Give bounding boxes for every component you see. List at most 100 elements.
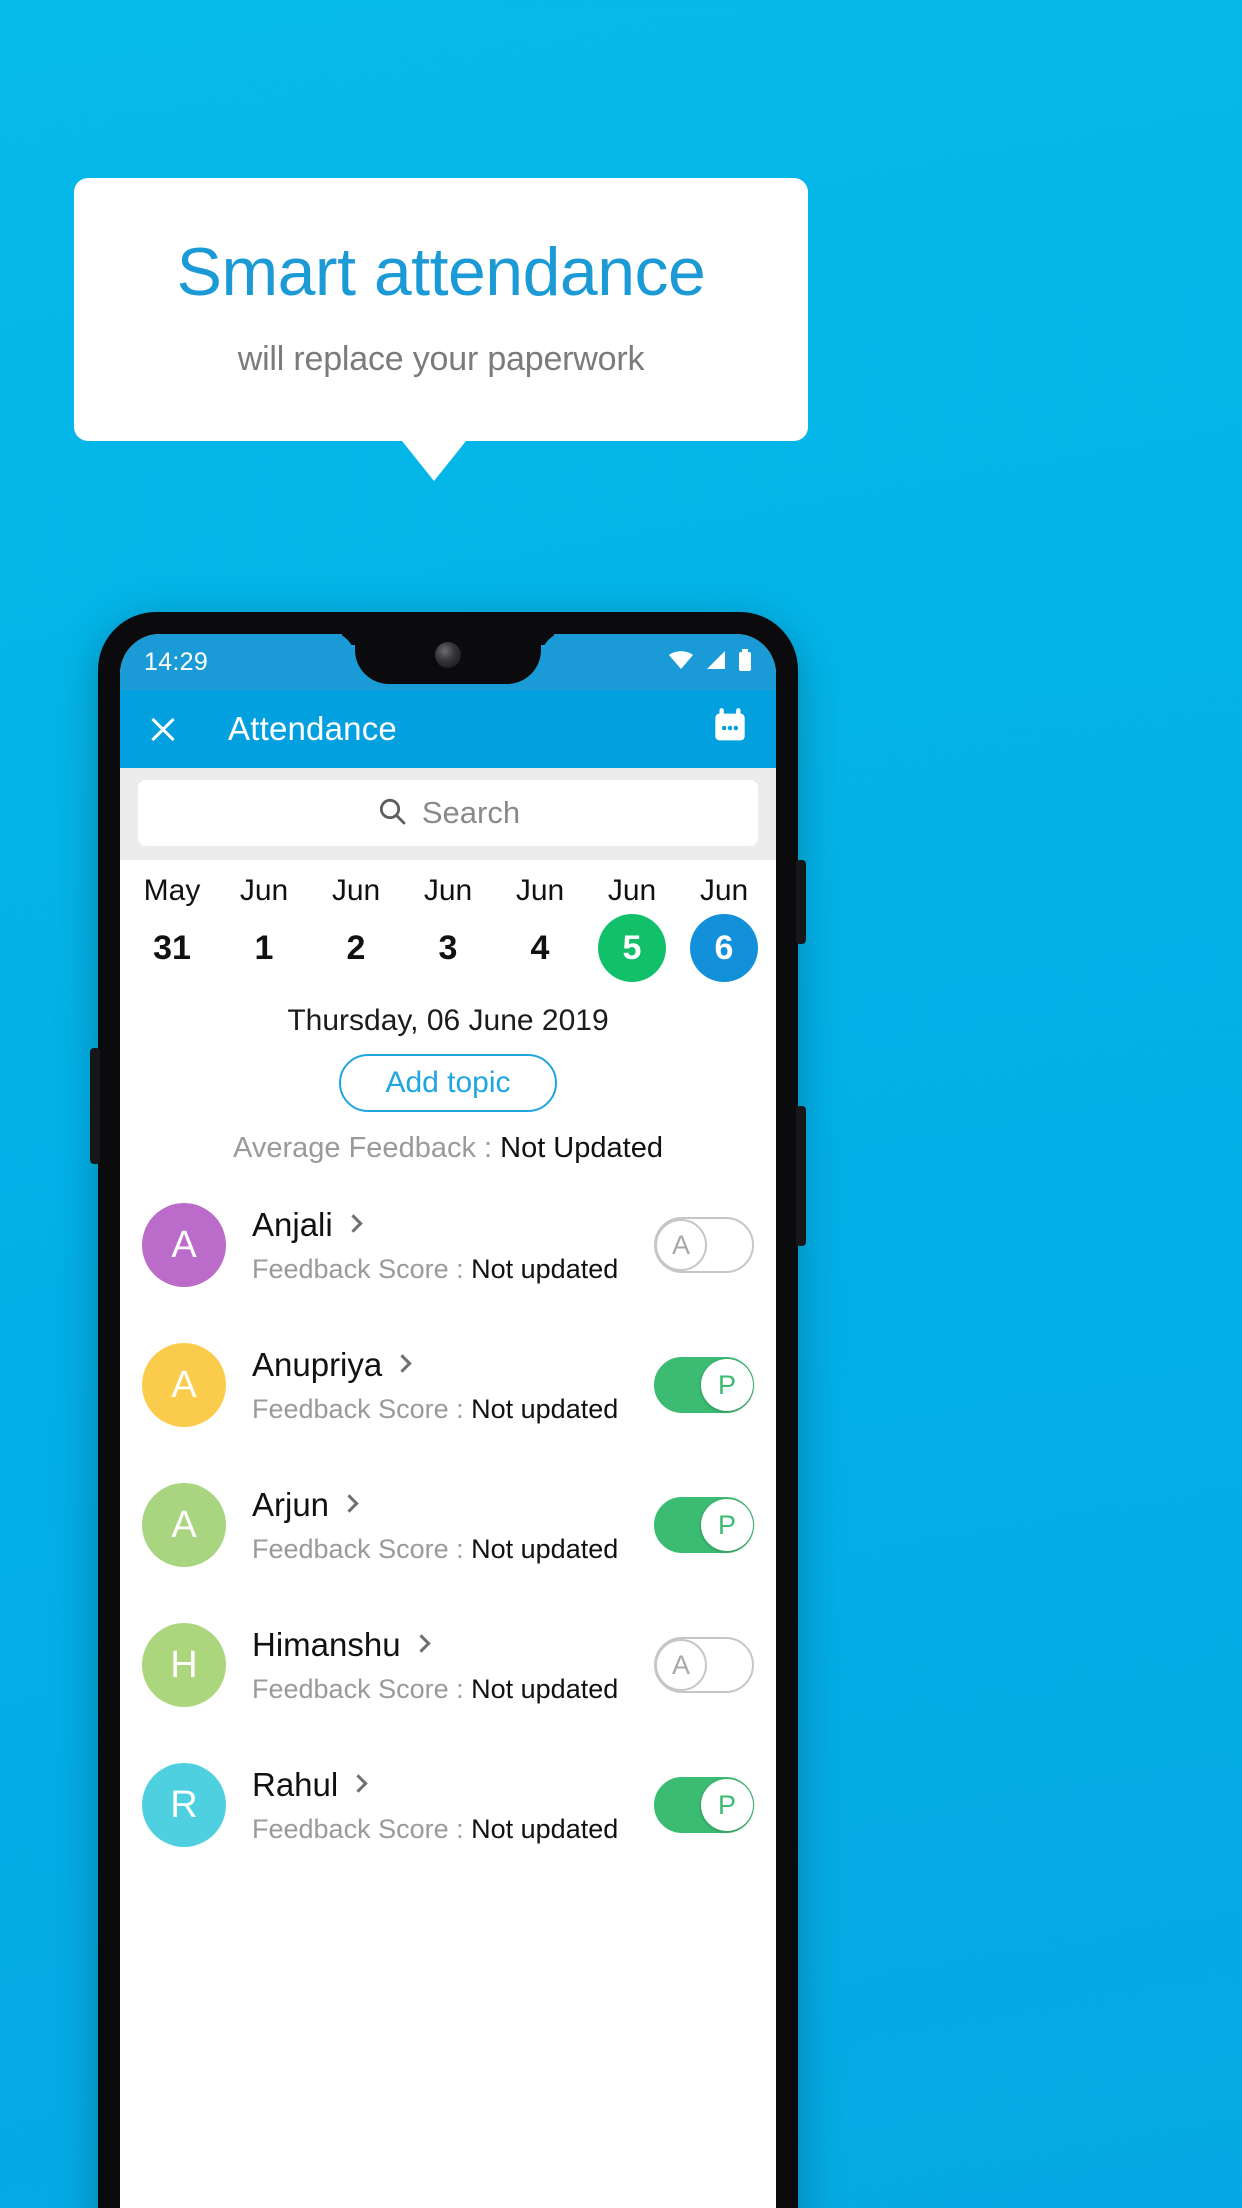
average-feedback: Average Feedback : Not Updated: [120, 1118, 776, 1175]
student-score-label: Feedback Score :: [252, 1393, 472, 1424]
app-bar-title: Attendance: [228, 710, 397, 747]
search-input[interactable]: Search: [138, 780, 758, 846]
attendance-toggle[interactable]: A: [654, 1217, 754, 1273]
attendance-toggle[interactable]: P: [654, 1777, 754, 1833]
date-cell[interactable]: Jun 3: [402, 874, 494, 982]
date-cell[interactable]: Jun 2: [310, 874, 402, 982]
student-name: Anjali: [252, 1205, 333, 1243]
attendance-toggle[interactable]: P: [654, 1357, 754, 1413]
close-icon[interactable]: [146, 712, 180, 746]
student-name-line[interactable]: Rahul: [252, 1766, 654, 1804]
phone-device: 14:29 Attendance Search May 31 Jun 1 Jun…: [90, 612, 806, 2208]
student-score: Feedback Score : Not updated: [252, 1674, 654, 1705]
student-score-label: Feedback Score :: [252, 1253, 472, 1284]
student-score: Feedback Score : Not updated: [252, 1394, 654, 1425]
student-score: Feedback Score : Not updated: [252, 1254, 654, 1285]
selected-day-header: Thursday, 06 June 2019: [287, 1004, 609, 1037]
status-time: 14:29: [144, 647, 209, 676]
student-score-label: Feedback Score :: [252, 1813, 472, 1844]
student-score-value: Not updated: [471, 1673, 619, 1704]
attendance-toggle-knob: P: [701, 1779, 753, 1831]
avatar: A: [142, 1203, 226, 1287]
attendance-toggle[interactable]: P: [654, 1497, 754, 1553]
student-score-label: Feedback Score :: [252, 1673, 472, 1704]
student-score: Feedback Score : Not updated: [252, 1814, 654, 1845]
student-score-label: Feedback Score :: [252, 1533, 472, 1564]
chevron-right-icon: [344, 1214, 363, 1233]
phone-notch: [355, 634, 541, 684]
date-cell-selected[interactable]: Jun 6: [678, 874, 770, 982]
date-month: Jun: [423, 874, 473, 907]
front-camera: [435, 642, 461, 668]
date-month: Jun: [699, 874, 749, 907]
date-month: Jun: [239, 874, 289, 907]
promo-callout: Smart attendance will replace your paper…: [74, 178, 808, 482]
date-cell[interactable]: Jun 4: [494, 874, 586, 982]
date-month: Jun: [331, 874, 381, 907]
attendance-toggle-knob: A: [655, 1639, 707, 1691]
date-day: 2: [346, 928, 366, 967]
chevron-right-icon: [349, 1774, 368, 1793]
student-info: Anjali Feedback Score : Not updated: [252, 1206, 654, 1285]
search-region: Search: [120, 768, 776, 860]
average-feedback-value: Not Updated: [500, 1132, 663, 1164]
battery-icon: [738, 648, 752, 676]
promo-title: Smart attendance: [176, 234, 706, 310]
student-score: Feedback Score : Not updated: [252, 1534, 654, 1565]
avatar: H: [142, 1623, 226, 1707]
student-row[interactable]: A Arjun Feedback Score : Not updated P: [120, 1455, 776, 1595]
student-name-line[interactable]: Anjali: [252, 1206, 654, 1244]
student-name-line[interactable]: Anupriya: [252, 1346, 654, 1384]
student-row[interactable]: A Anjali Feedback Score : Not updated A: [120, 1175, 776, 1315]
phone-volume-button: [796, 1106, 806, 1246]
promo-card: Smart attendance will replace your paper…: [74, 178, 808, 442]
date-day: 31: [153, 928, 191, 967]
student-name: Anupriya: [252, 1345, 383, 1383]
date-day: 1: [254, 928, 274, 967]
student-name-line[interactable]: Arjun: [252, 1486, 654, 1524]
student-row[interactable]: A Anupriya Feedback Score : Not updated …: [120, 1315, 776, 1455]
student-score-value: Not updated: [471, 1813, 619, 1844]
attendance-toggle-knob: A: [655, 1219, 707, 1271]
promo-subtitle: will replace your paperwork: [237, 340, 645, 379]
phone-side-button: [90, 1048, 100, 1164]
date-month: Jun: [515, 874, 565, 907]
date-month: May: [143, 874, 201, 907]
promo-callout-tail: [402, 441, 466, 482]
calendar-icon[interactable]: [710, 707, 750, 752]
student-info: Himanshu Feedback Score : Not updated: [252, 1626, 654, 1705]
student-score-value: Not updated: [471, 1533, 619, 1564]
student-row[interactable]: R Rahul Feedback Score : Not updated P: [120, 1735, 776, 1875]
student-name: Himanshu: [252, 1625, 401, 1663]
student-score-value: Not updated: [471, 1393, 619, 1424]
search-icon: [376, 795, 408, 832]
date-cell[interactable]: Jun 1: [218, 874, 310, 982]
date-cell-marked-green[interactable]: Jun 5: [586, 874, 678, 982]
wifi-icon: [668, 650, 694, 675]
avatar: A: [142, 1483, 226, 1567]
attendance-toggle-knob: P: [701, 1499, 753, 1551]
average-feedback-label: Average Feedback :: [233, 1132, 501, 1164]
student-name-line[interactable]: Himanshu: [252, 1626, 654, 1664]
chevron-right-icon: [411, 1634, 431, 1653]
date-day: 6: [690, 914, 758, 982]
chevron-right-icon: [393, 1354, 412, 1373]
status-icons: [668, 648, 752, 676]
student-info: Rahul Feedback Score : Not updated: [252, 1766, 654, 1845]
phone-power-button: [796, 860, 806, 944]
add-topic-wrap: Add topic: [120, 1042, 776, 1118]
student-info: Anupriya Feedback Score : Not updated: [252, 1346, 654, 1425]
student-name: Arjun: [252, 1485, 330, 1523]
status-bar: 14:29: [120, 634, 776, 690]
avatar: R: [142, 1763, 226, 1847]
chevron-right-icon: [340, 1494, 359, 1513]
student-name: Rahul: [252, 1765, 339, 1803]
date-day: 4: [530, 928, 550, 967]
attendance-toggle[interactable]: A: [654, 1637, 754, 1693]
date-day: 3: [438, 928, 458, 967]
date-month: Jun: [607, 874, 657, 907]
date-cell[interactable]: May 31: [126, 874, 218, 982]
student-row[interactable]: H Himanshu Feedback Score : Not updated …: [120, 1595, 776, 1735]
attendance-toggle-knob: P: [701, 1359, 753, 1411]
add-topic-button[interactable]: Add topic: [339, 1054, 557, 1112]
